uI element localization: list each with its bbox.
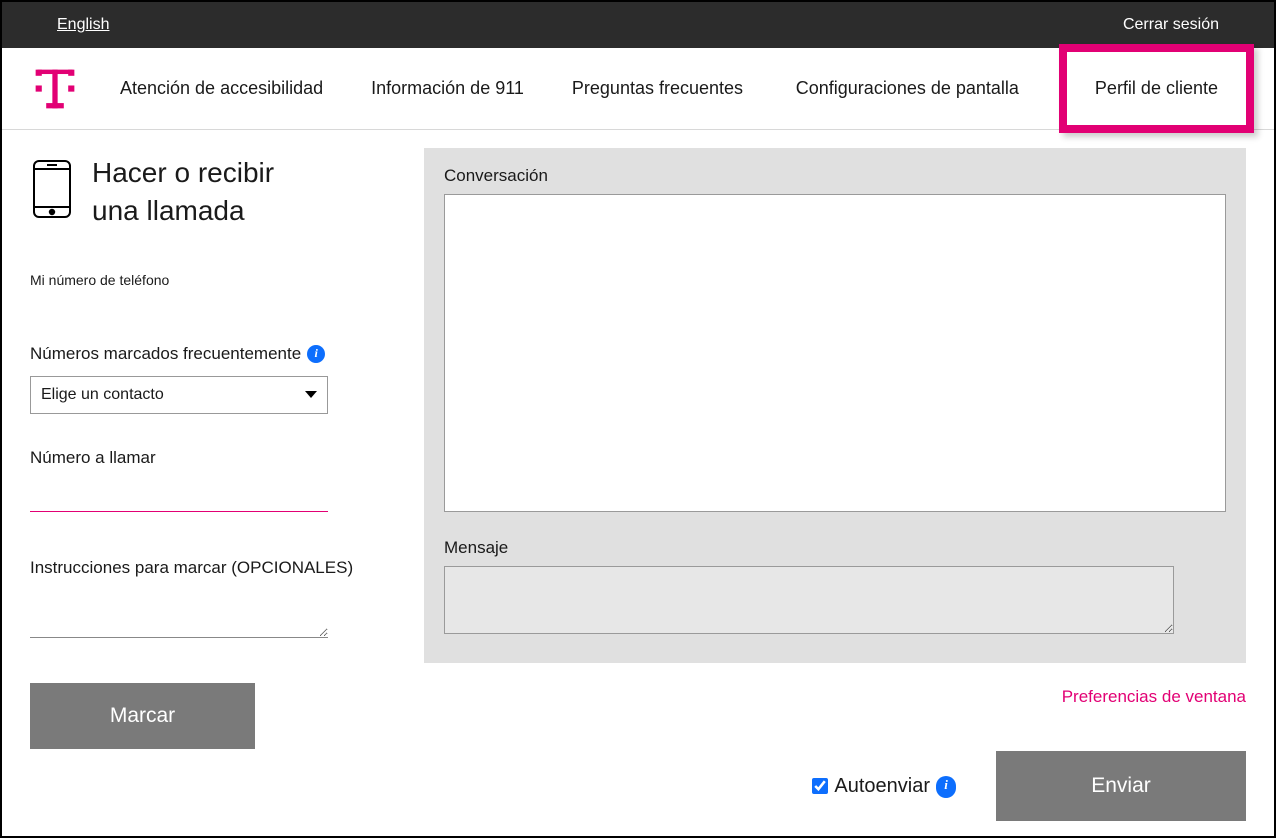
frequent-numbers-text: Números marcados frecuentemente: [30, 344, 301, 364]
page-title-line1: Hacer o recibir: [92, 157, 274, 188]
nav-item-screen-settings[interactable]: Configuraciones de pantalla: [796, 78, 1019, 99]
number-to-call-input[interactable]: [30, 478, 328, 512]
nav-links: Atención de accesibilidad Información de…: [120, 78, 743, 99]
call-panel: Hacer o recibir una llamada Mi número de…: [30, 148, 400, 816]
nav-item-faq[interactable]: Preguntas frecuentes: [572, 78, 743, 99]
nav-item-accessibility[interactable]: Atención de accesibilidad: [120, 78, 323, 99]
conversation-column: Conversación Mensaje Preferencias de ven…: [424, 148, 1246, 816]
main-nav: Atención de accesibilidad Información de…: [2, 48, 1274, 130]
language-link[interactable]: English: [57, 16, 109, 34]
info-icon[interactable]: i: [307, 345, 325, 363]
number-to-call-label: Número a llamar: [30, 448, 400, 468]
nav-item-customer-profile[interactable]: Perfil de cliente: [1059, 44, 1254, 133]
conversation-label: Conversación: [444, 166, 1226, 186]
send-button[interactable]: Enviar: [996, 751, 1246, 821]
send-row: Autoenviar i Enviar: [424, 751, 1246, 821]
dial-instructions-label: Instrucciones para marcar (OPCIONALES): [30, 558, 400, 578]
nav-item-911[interactable]: Información de 911: [371, 78, 524, 99]
conversation-panel: Conversación Mensaje: [424, 148, 1246, 663]
window-preferences-link[interactable]: Preferencias de ventana: [1062, 687, 1246, 707]
autosend-toggle[interactable]: Autoenviar i: [812, 775, 956, 798]
message-input[interactable]: [444, 566, 1174, 634]
autosend-checkbox[interactable]: [812, 778, 828, 794]
info-icon[interactable]: i: [936, 776, 956, 796]
top-bar: English Cerrar sesión: [2, 2, 1274, 48]
message-label: Mensaje: [444, 538, 1226, 558]
brand-logo-icon[interactable]: [30, 64, 80, 114]
dial-button[interactable]: Marcar: [30, 683, 255, 749]
conversation-box[interactable]: [444, 194, 1226, 512]
my-phone-label: Mi número de teléfono: [30, 272, 400, 288]
frequent-numbers-label: Números marcados frecuentemente i: [30, 344, 400, 364]
logout-link[interactable]: Cerrar sesión: [1123, 16, 1219, 34]
chevron-down-icon: [305, 391, 317, 398]
contact-select-value: Elige un contacto: [41, 386, 164, 404]
dial-instructions-input[interactable]: [30, 586, 328, 638]
nav-right: Configuraciones de pantalla Perfil de cl…: [796, 44, 1254, 133]
contact-select[interactable]: Elige un contacto: [30, 376, 328, 414]
autosend-label: Autoenviar: [834, 775, 930, 798]
page-title: Hacer o recibir una llamada: [92, 154, 274, 230]
page-title-line2: una llamada: [92, 195, 245, 226]
phone-icon: [30, 159, 74, 224]
